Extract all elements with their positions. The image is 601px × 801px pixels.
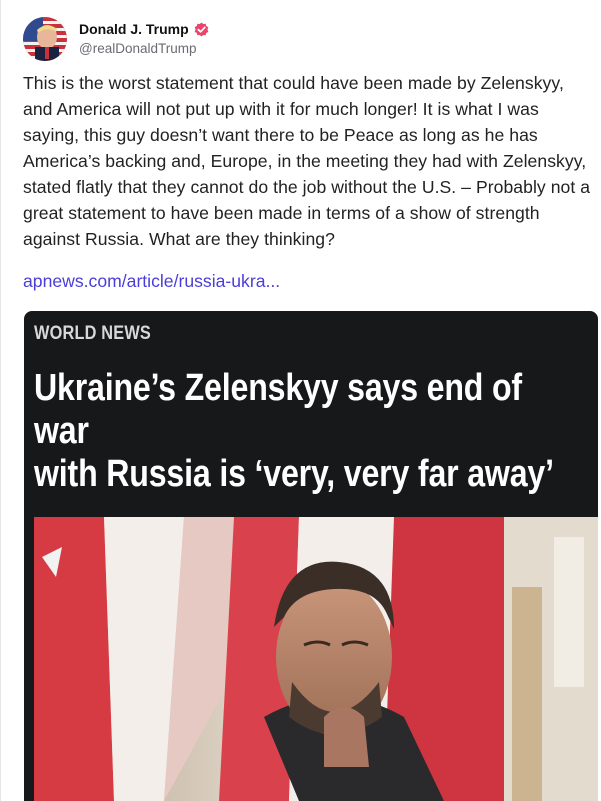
photo-illustration (34, 517, 598, 801)
verified-badge-icon (194, 22, 209, 37)
card-section-label: WORLD NEWS (34, 323, 152, 344)
post-body-text: This is the worst statement that could h… (23, 73, 591, 249)
avatar[interactable] (23, 17, 67, 61)
card-headline-line-2: with Russia is ‘very, very far away’ (34, 453, 554, 495)
link-preview-card[interactable]: WORLD NEWS Ukraine’s Zelenskyy says end … (24, 311, 598, 801)
author-name-row: Donald J. Trump (79, 21, 209, 38)
author-handle[interactable]: @realDonaldTrump (79, 41, 209, 57)
post-container: Donald J. Trump @realDonaldTrump This is… (0, 0, 601, 801)
post-header: Donald J. Trump @realDonaldTrump (23, 16, 209, 62)
author-info: Donald J. Trump @realDonaldTrump (79, 21, 209, 57)
author-display-name[interactable]: Donald J. Trump (79, 21, 189, 38)
avatar-image (23, 17, 67, 61)
article-link[interactable]: apnews.com/article/russia-ukra... (23, 268, 280, 294)
article-photo (34, 517, 598, 801)
card-headline: Ukraine’s Zelenskyy says end of war with… (34, 367, 575, 496)
card-headline-line-1: Ukraine’s Zelenskyy says end of war (34, 367, 522, 452)
